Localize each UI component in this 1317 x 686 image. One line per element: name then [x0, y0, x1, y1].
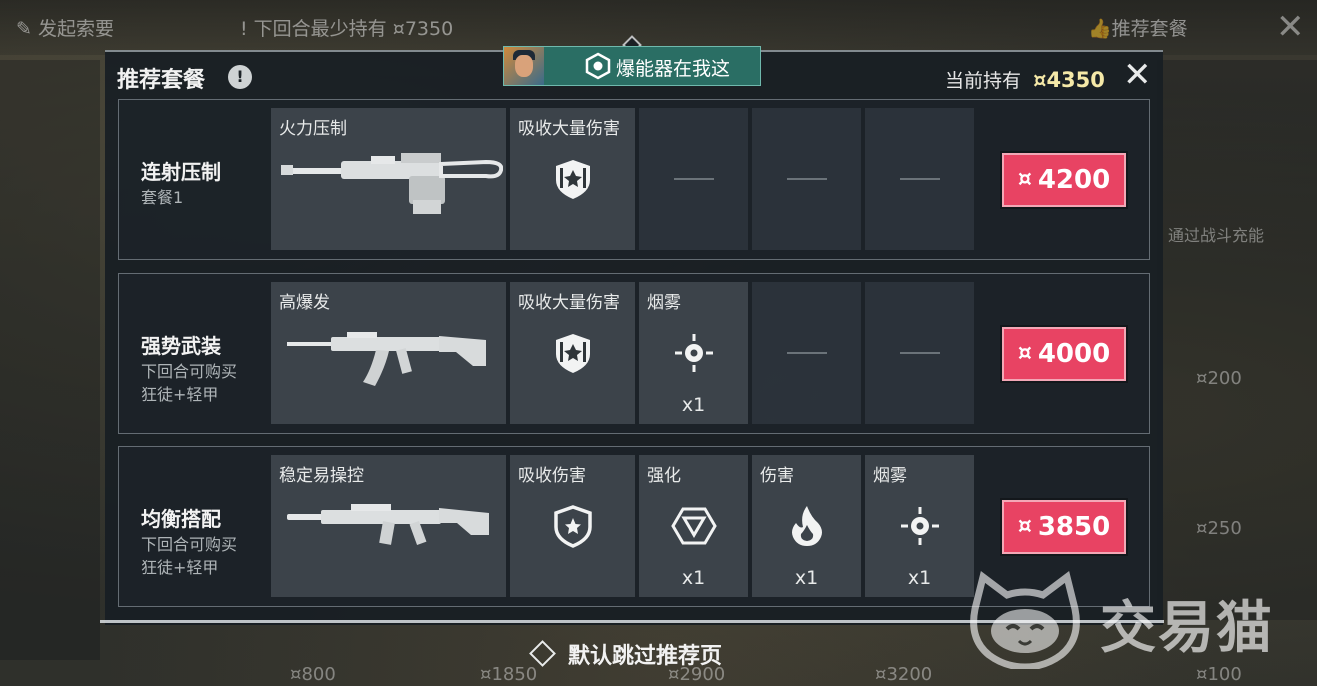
package-subtitle: 套餐1: [141, 188, 184, 207]
item-label: 伤害: [760, 466, 794, 486]
background-price: ¤1850: [480, 664, 538, 685]
empty-slot: [752, 108, 861, 250]
item-slot[interactable]: 吸收大量伤害: [510, 282, 635, 424]
coin-icon: ¤: [1017, 167, 1032, 192]
background-left-panel: [0, 60, 100, 660]
item-label: 吸收大量伤害: [518, 119, 620, 139]
background-price: ¤800: [290, 664, 336, 685]
item-label: 吸收大量伤害: [518, 293, 620, 313]
request-button[interactable]: ✎ 发起索要: [16, 14, 114, 41]
buy-package-button[interactable]: ¤ 4000: [1002, 327, 1126, 381]
smoke-icon: [900, 507, 939, 545]
request-icon: ✎: [16, 18, 38, 40]
item-slot[interactable]: 吸收伤害: [510, 455, 635, 597]
item-count: x1: [907, 567, 932, 589]
empty-slot: [639, 108, 748, 250]
item-slot[interactable]: 烟雾 x1: [865, 455, 974, 597]
avatar: [504, 47, 544, 85]
weapon-slot[interactable]: 火力压制: [271, 108, 506, 250]
item-count: x1: [794, 567, 819, 589]
coin-icon: ¤: [392, 18, 405, 40]
weapon-slot[interactable]: 稳定易操控: [271, 455, 506, 597]
machine-gun-icon: [281, 153, 503, 214]
background-price: ¤250: [1196, 518, 1242, 539]
item-slot[interactable]: 强化 x1: [639, 455, 748, 597]
item-label: 吸收伤害: [518, 466, 586, 486]
skip-recommend-label: 默认跳过推荐页: [568, 644, 723, 669]
item-label: 烟雾: [873, 466, 907, 486]
light-shield-icon: [553, 505, 592, 548]
alert-icon: !: [240, 18, 254, 40]
empty-slot: [865, 108, 974, 250]
item-count: x1: [681, 394, 706, 416]
weapon-label: 稳定易操控: [279, 466, 364, 486]
empty-slot: [865, 282, 974, 424]
package-row: 强势武装 下回合可购买 狂徒+轻甲 高爆发 吸收大量伤害 烟雾 x1 ¤ 400…: [118, 273, 1150, 434]
assault-rifle-icon: [287, 332, 486, 386]
spike-carrier-banner: 爆能器在我这: [503, 46, 761, 86]
close-icon[interactable]: ✕: [1123, 58, 1152, 92]
package-name: 均衡搭配: [141, 507, 221, 531]
weapon-slot[interactable]: 高爆发: [271, 282, 506, 424]
empty-slot: [752, 282, 861, 424]
package-row: 连射压制 套餐1 火力压制 吸收大量伤害 ¤ 4200: [118, 99, 1150, 260]
min-holding-hint: ! 下回合最少持有 ¤7350: [240, 18, 454, 40]
package-name: 连射压制: [141, 160, 221, 184]
background-price: ¤200: [1196, 368, 1242, 389]
heavy-shield-icon: [555, 334, 590, 373]
background-charge-text: 通过战斗充能: [1168, 226, 1265, 245]
item-slot[interactable]: 伤害 x1: [752, 455, 861, 597]
buy-package-button[interactable]: ¤ 3850: [1002, 500, 1126, 554]
coin-icon: ¤: [1017, 514, 1032, 539]
background-close-icon[interactable]: ✕: [1276, 10, 1305, 44]
fire-icon: [791, 506, 822, 546]
buff-icon: [670, 507, 717, 545]
banner-text: 爆能器在我这: [616, 58, 731, 80]
background-price: ¤3200: [875, 664, 933, 685]
item-label: 强化: [647, 466, 681, 486]
weapon-label: 火力压制: [279, 119, 347, 139]
holding-amount: ¤4350: [1033, 68, 1105, 92]
item-slot[interactable]: 吸收大量伤害: [510, 108, 635, 250]
item-slot[interactable]: 烟雾 x1: [639, 282, 748, 424]
item-label: 烟雾: [647, 293, 681, 313]
current-holding: 当前持有 ¤4350: [945, 66, 1105, 93]
info-icon[interactable]: !: [228, 65, 252, 89]
cat-logo-icon: [970, 571, 1080, 669]
watermark-text: 交易猫: [1100, 596, 1274, 661]
weapon-label: 高爆发: [279, 293, 330, 313]
package-subtitle: 下回合可购买 狂徒+轻甲: [141, 535, 238, 577]
item-count: x1: [681, 567, 706, 589]
recommend-button[interactable]: 👍推荐套餐: [1088, 14, 1188, 41]
coin-icon: ¤: [1017, 341, 1032, 366]
modal-title: 推荐套餐: [117, 68, 206, 93]
rifle-icon: [287, 504, 489, 546]
watermark: 交易猫: [965, 565, 1295, 675]
buy-package-button[interactable]: ¤ 4200: [1002, 153, 1126, 207]
smoke-icon: [674, 334, 713, 372]
thumbs-up-icon: 👍: [1088, 18, 1112, 40]
heavy-shield-icon: [555, 160, 590, 199]
package-subtitle: 下回合可购买 狂徒+轻甲: [141, 362, 238, 404]
holding-label: 当前持有: [945, 70, 1022, 92]
package-name: 强势武装: [141, 334, 221, 358]
spike-icon: [585, 52, 611, 80]
